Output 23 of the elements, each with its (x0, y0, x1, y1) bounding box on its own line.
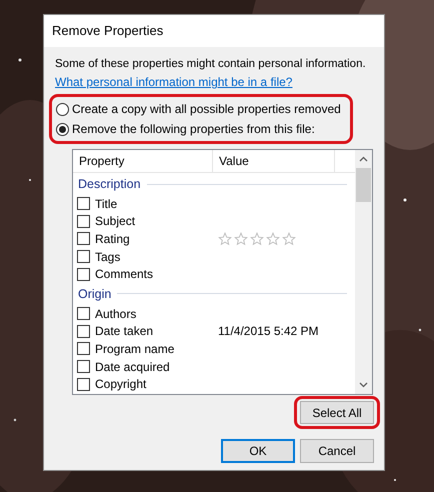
property-label: Copyright (94, 376, 148, 394)
ok-button[interactable]: OK (221, 439, 295, 463)
window-title: Remove Properties (52, 22, 164, 40)
group-header: Description (78, 176, 141, 193)
property-label: Date acquired (94, 358, 171, 376)
property-label: Comments (94, 266, 154, 284)
property-label: Subject (94, 213, 136, 230)
cancel-button[interactable]: Cancel (300, 439, 374, 463)
property-label: Tags (94, 248, 122, 266)
property-label: Authors (94, 306, 138, 323)
help-link[interactable]: What personal information might be in a file? (55, 73, 292, 91)
group-header: Origin (78, 286, 112, 303)
column-header[interactable]: Property (73, 150, 213, 172)
radio-option[interactable]: Create a copy with all possible properties removed (56, 101, 341, 118)
property-value: 11/4/2015 5:42 PM (217, 323, 319, 340)
select-all-button[interactable]: Select All (300, 401, 374, 424)
property-label: Title (94, 196, 118, 213)
property-label: Date taken (94, 323, 154, 340)
property-label: Rating (94, 230, 131, 248)
column-header[interactable]: Value (213, 150, 335, 172)
radio-option[interactable]: Remove the following properties from this file: (56, 121, 341, 138)
property-label: Program name (94, 340, 176, 358)
intro-text: Some of these properties might contain personal information. (55, 57, 367, 72)
